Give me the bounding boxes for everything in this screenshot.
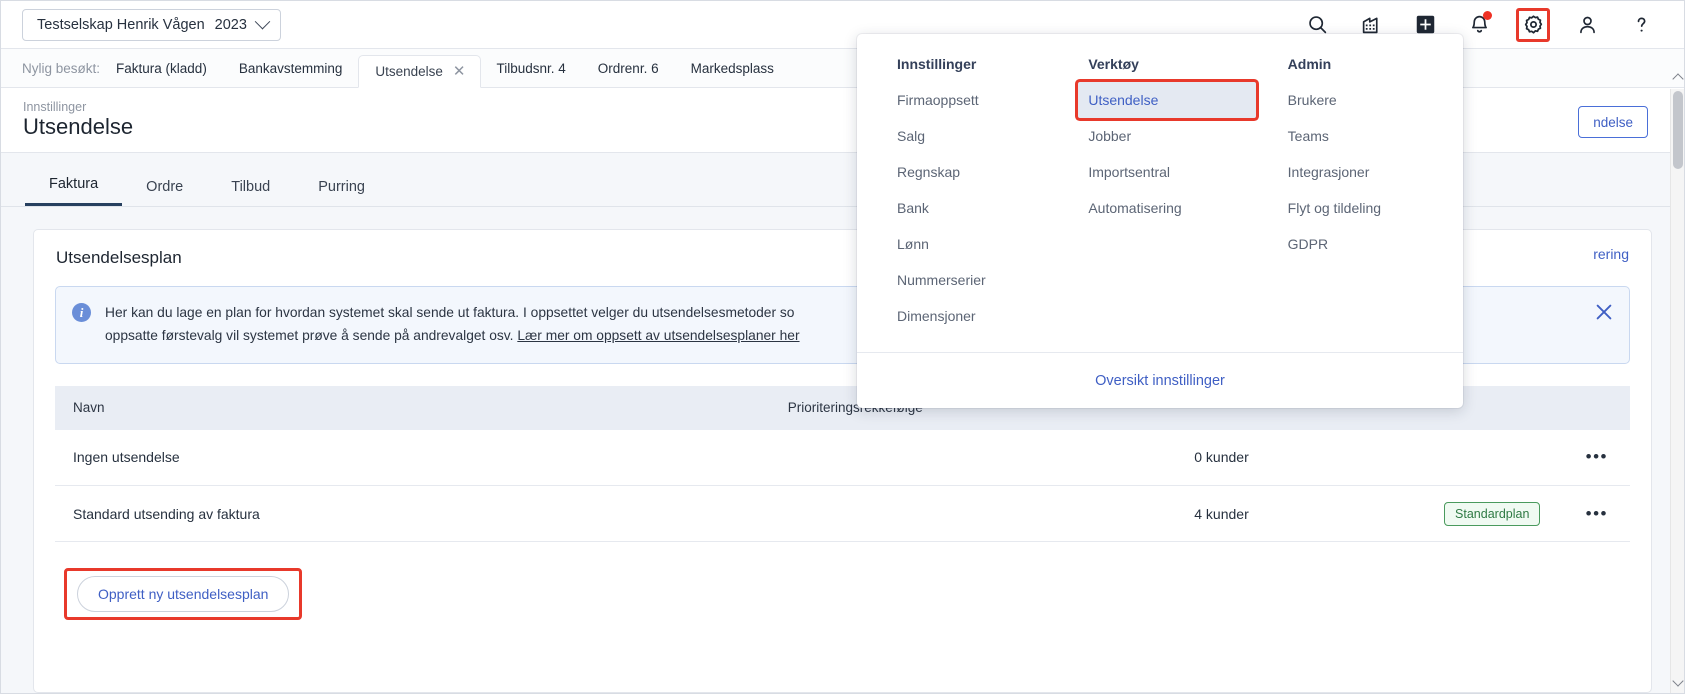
info-line-2: oppsatte førstevalg vil systemet prøve å… <box>105 328 517 343</box>
dropdown-column-innstillinger: Innstillinger Firmaoppsett Salg Regnskap… <box>857 56 1072 334</box>
menu-item-dimensjoner[interactable]: Dimensjoner <box>887 298 1064 334</box>
card-title: Utsendelsesplan <box>56 248 182 268</box>
table-row[interactable]: Standard utsending av faktura 4 kunder S… <box>55 486 1630 542</box>
menu-item-bank[interactable]: Bank <box>887 190 1064 226</box>
menu-item-utsendelse[interactable]: Utsendelse <box>1078 82 1255 118</box>
scrollbar-thumb[interactable] <box>1673 91 1683 169</box>
recent-tab-ordrenr[interactable]: Ordrenr. 6 <box>582 61 675 87</box>
recent-tab-utsendelse[interactable]: Utsendelse ✕ <box>358 55 480 88</box>
dropdown-column-admin: Admin Brukere Teams Integrasjoner Flyt o… <box>1264 56 1463 334</box>
oversikt-innstillinger-link[interactable]: Oversikt innstillinger <box>1095 373 1225 389</box>
row-name: Ingen utsendelse <box>55 430 772 486</box>
info-learn-more-link[interactable]: Lær mer om oppsett av utsendelsesplaner … <box>517 328 799 343</box>
dropdown-heading-innstillinger: Innstillinger <box>887 56 1064 82</box>
dropdown-columns: Innstillinger Firmaoppsett Salg Regnskap… <box>857 34 1463 352</box>
notification-badge <box>1483 11 1492 20</box>
settings-dropdown-menu: Innstillinger Firmaoppsett Salg Regnskap… <box>857 34 1463 408</box>
tab-purring[interactable]: Purring <box>294 179 389 206</box>
tab-tilbud[interactable]: Tilbud <box>207 179 294 206</box>
info-banner-text: Her kan du lage en plan for hvordan syst… <box>105 302 800 348</box>
bell-icon[interactable] <box>1462 8 1496 42</box>
question-mark-icon[interactable] <box>1624 8 1658 42</box>
recent-tab-utsendelse-label: Utsendelse <box>375 64 443 79</box>
tab-ordre[interactable]: Ordre <box>122 179 207 206</box>
dropdown-heading-admin: Admin <box>1278 56 1455 82</box>
row-prio <box>772 486 1178 542</box>
header-action-button[interactable]: ndelse <box>1578 106 1648 138</box>
menu-item-nummerserier[interactable]: Nummerserier <box>887 262 1064 298</box>
menu-item-teams[interactable]: Teams <box>1278 118 1455 154</box>
chevron-down-icon <box>255 14 271 30</box>
recent-tab-faktura-kladd[interactable]: Faktura (kladd) <box>100 61 223 87</box>
vertical-scrollbar[interactable] <box>1670 89 1684 693</box>
tab-faktura[interactable]: Faktura <box>25 176 122 206</box>
recent-tab-bankavstemming[interactable]: Bankavstemming <box>223 61 359 87</box>
close-icon[interactable] <box>1593 301 1615 323</box>
row-actions-menu-icon[interactable]: ••• <box>1586 504 1608 523</box>
settings-gear-button[interactable] <box>1516 8 1550 42</box>
recent-tab-markedsplass[interactable]: Markedsplass <box>675 61 790 87</box>
create-plan-highlight-box: Opprett ny utsendelsesplan <box>64 568 302 620</box>
row-badge-cell <box>1428 430 1570 486</box>
breadcrumb: Innstillinger <box>23 100 86 114</box>
row-actions-menu-icon[interactable]: ••• <box>1586 447 1608 466</box>
menu-item-brukere[interactable]: Brukere <box>1278 82 1455 118</box>
table-body: Ingen utsendelse 0 kunder ••• Standard u… <box>55 430 1630 542</box>
status-badge: Standardplan <box>1444 502 1540 526</box>
scroll-down-arrow-icon[interactable] <box>1672 675 1683 686</box>
recent-tab-tilbudsnr[interactable]: Tilbudsnr. 4 <box>481 61 582 87</box>
close-icon[interactable]: ✕ <box>453 64 466 79</box>
row-prio <box>772 430 1178 486</box>
row-customers: 0 kunder <box>1178 430 1428 486</box>
info-icon: i <box>72 303 91 322</box>
menu-item-salg[interactable]: Salg <box>887 118 1064 154</box>
recent-label: Nylig besøkt: <box>1 61 100 87</box>
row-customers: 4 kunder <box>1178 486 1428 542</box>
company-name: Testselskap Henrik Vågen <box>37 17 205 33</box>
recent-tab-list: Faktura (kladd) Bankavstemming Utsendels… <box>100 49 790 87</box>
menu-item-firmaoppsett[interactable]: Firmaoppsett <box>887 82 1064 118</box>
card-action-link[interactable]: rering <box>1593 246 1629 262</box>
info-line-1: Her kan du lage en plan for hvordan syst… <box>105 305 794 320</box>
dropdown-column-verktoy: Verktøy Utsendelse Jobber Importsentral … <box>1072 56 1263 334</box>
dropdown-heading-verktoy: Verktøy <box>1078 56 1255 82</box>
menu-item-gdpr[interactable]: GDPR <box>1278 226 1455 262</box>
menu-item-flyt-og-tildeling[interactable]: Flyt og tildeling <box>1278 190 1455 226</box>
page-title: Utsendelse <box>23 114 133 140</box>
person-icon[interactable] <box>1570 8 1604 42</box>
menu-item-jobber[interactable]: Jobber <box>1078 118 1255 154</box>
menu-item-integrasjoner[interactable]: Integrasjoner <box>1278 154 1455 190</box>
menu-item-importsentral[interactable]: Importsentral <box>1078 154 1255 190</box>
application-window: Testselskap Henrik Vågen 2023 <box>0 0 1685 694</box>
company-year-selector[interactable]: Testselskap Henrik Vågen 2023 <box>22 9 281 41</box>
gear-highlight-box <box>1516 8 1550 42</box>
fiscal-year: 2023 <box>215 17 247 33</box>
menu-item-lonn[interactable]: Lønn <box>887 226 1064 262</box>
column-header-actions <box>1570 386 1630 430</box>
row-badge-cell: Standardplan <box>1428 486 1570 542</box>
column-header-navn: Navn <box>55 386 772 430</box>
table-row[interactable]: Ingen utsendelse 0 kunder ••• <box>55 430 1630 486</box>
menu-item-automatisering[interactable]: Automatisering <box>1078 190 1255 226</box>
utsendelsesplan-table: Navn Prioriteringsrekkefølge Ingen utsen… <box>55 386 1630 543</box>
menu-item-regnskap[interactable]: Regnskap <box>887 154 1064 190</box>
create-new-plan-button[interactable]: Opprett ny utsendelsesplan <box>77 576 289 612</box>
dropdown-footer: Oversikt innstillinger <box>857 352 1463 408</box>
row-name: Standard utsending av faktura <box>55 486 772 542</box>
